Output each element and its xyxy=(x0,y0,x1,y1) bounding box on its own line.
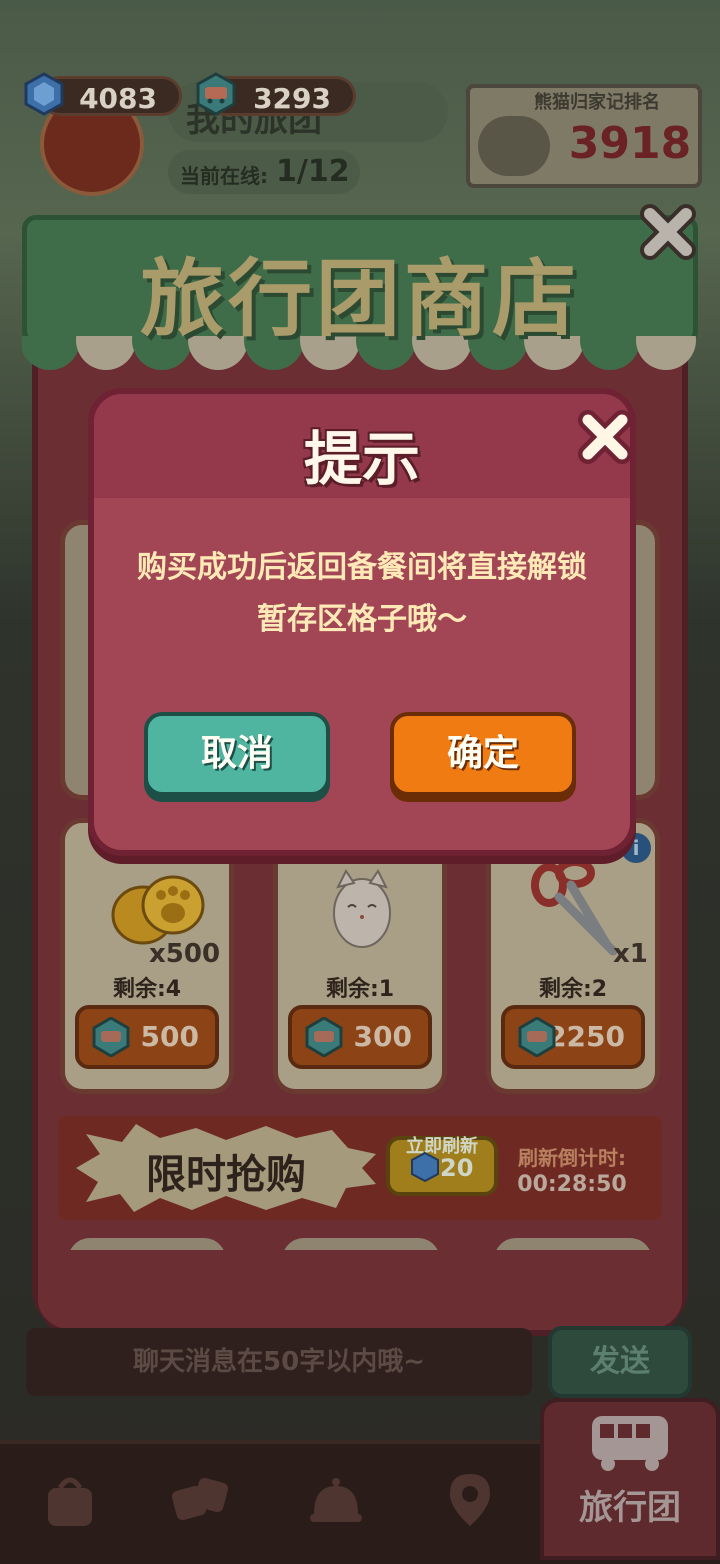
close-icon xyxy=(578,410,632,464)
shop-item-card[interactable]: 剩余:1 300 xyxy=(273,818,447,1094)
send-button[interactable]: 发送 xyxy=(548,1326,692,1398)
bus-icon xyxy=(592,1416,668,1471)
shop-item-card[interactable]: x1 i 剩余:2 2250 xyxy=(486,818,660,1094)
online-value: 1/12 xyxy=(276,154,350,189)
scissors-icon xyxy=(531,859,618,956)
countdown-value: 00:28:50 xyxy=(517,1172,627,1197)
shop-close-button[interactable] xyxy=(636,200,700,264)
dialog-close-button[interactable] xyxy=(574,406,636,468)
item-buy-button[interactable]: 300 xyxy=(288,1005,432,1069)
gem-icon xyxy=(411,1152,439,1182)
ticket-cards-icon[interactable] xyxy=(170,1470,230,1530)
lucky-cat-icon xyxy=(333,869,391,948)
ticket-count: 3293 xyxy=(253,82,331,115)
confirm-dialog: 提示 购买成功后返回备餐间将直接解锁暂存区格子哦～ 取消 确定 xyxy=(88,388,636,856)
shop-item-card[interactable]: x500 剩余:4 500 xyxy=(60,818,234,1094)
close-icon xyxy=(640,204,696,260)
gem-count: 4083 xyxy=(79,82,157,115)
bus-ticket-icon xyxy=(92,1017,130,1057)
item-remaining: 剩余:4 xyxy=(112,977,182,1002)
item-remaining: 剩余:2 xyxy=(538,977,608,1002)
item-remaining: 剩余:1 xyxy=(325,977,395,1002)
confirm-button[interactable]: 确定 xyxy=(390,712,576,796)
cancel-button[interactable]: 取消 xyxy=(144,712,330,796)
shop-title: 旅行团商店 xyxy=(139,250,580,348)
item-qty: x1 xyxy=(613,939,648,969)
map-pin-icon[interactable] xyxy=(440,1470,500,1530)
bag-icon[interactable] xyxy=(40,1470,100,1530)
ranking-value: 3918 xyxy=(568,118,692,169)
item-price: 300 xyxy=(353,1020,412,1053)
item-buy-button[interactable]: 500 xyxy=(75,1005,219,1069)
item-price: 500 xyxy=(140,1020,199,1053)
bus-ticket-icon xyxy=(518,1017,556,1057)
gem-icon xyxy=(24,72,64,116)
bus-ticket-icon xyxy=(305,1017,343,1057)
item-buy-button[interactable]: 2250 xyxy=(501,1005,645,1069)
online-label: 当前在线: xyxy=(180,164,268,188)
bell-icon[interactable] xyxy=(306,1470,366,1530)
nav-tab-label: 旅行团 xyxy=(579,1488,681,1528)
shop-panel-bottom xyxy=(38,1250,682,1336)
refresh-cost: 20 xyxy=(440,1154,474,1182)
ranking-title: 熊猫归家记排名 xyxy=(534,92,660,113)
dialog-title: 提示 xyxy=(303,425,420,493)
countdown-label: 刷新倒计时: xyxy=(518,1146,626,1170)
item-price: 2250 xyxy=(547,1020,625,1053)
flash-sale-label: 限时抢购 xyxy=(146,1152,306,1198)
item-qty: x500 xyxy=(149,939,221,969)
bus-ticket-icon xyxy=(196,72,236,116)
dialog-message: 购买成功后返回备餐间将直接解锁暂存区格子哦～ xyxy=(137,550,587,637)
chat-input[interactable]: 聊天消息在50字以内哦~ xyxy=(26,1328,532,1396)
panda-icon xyxy=(478,116,550,176)
